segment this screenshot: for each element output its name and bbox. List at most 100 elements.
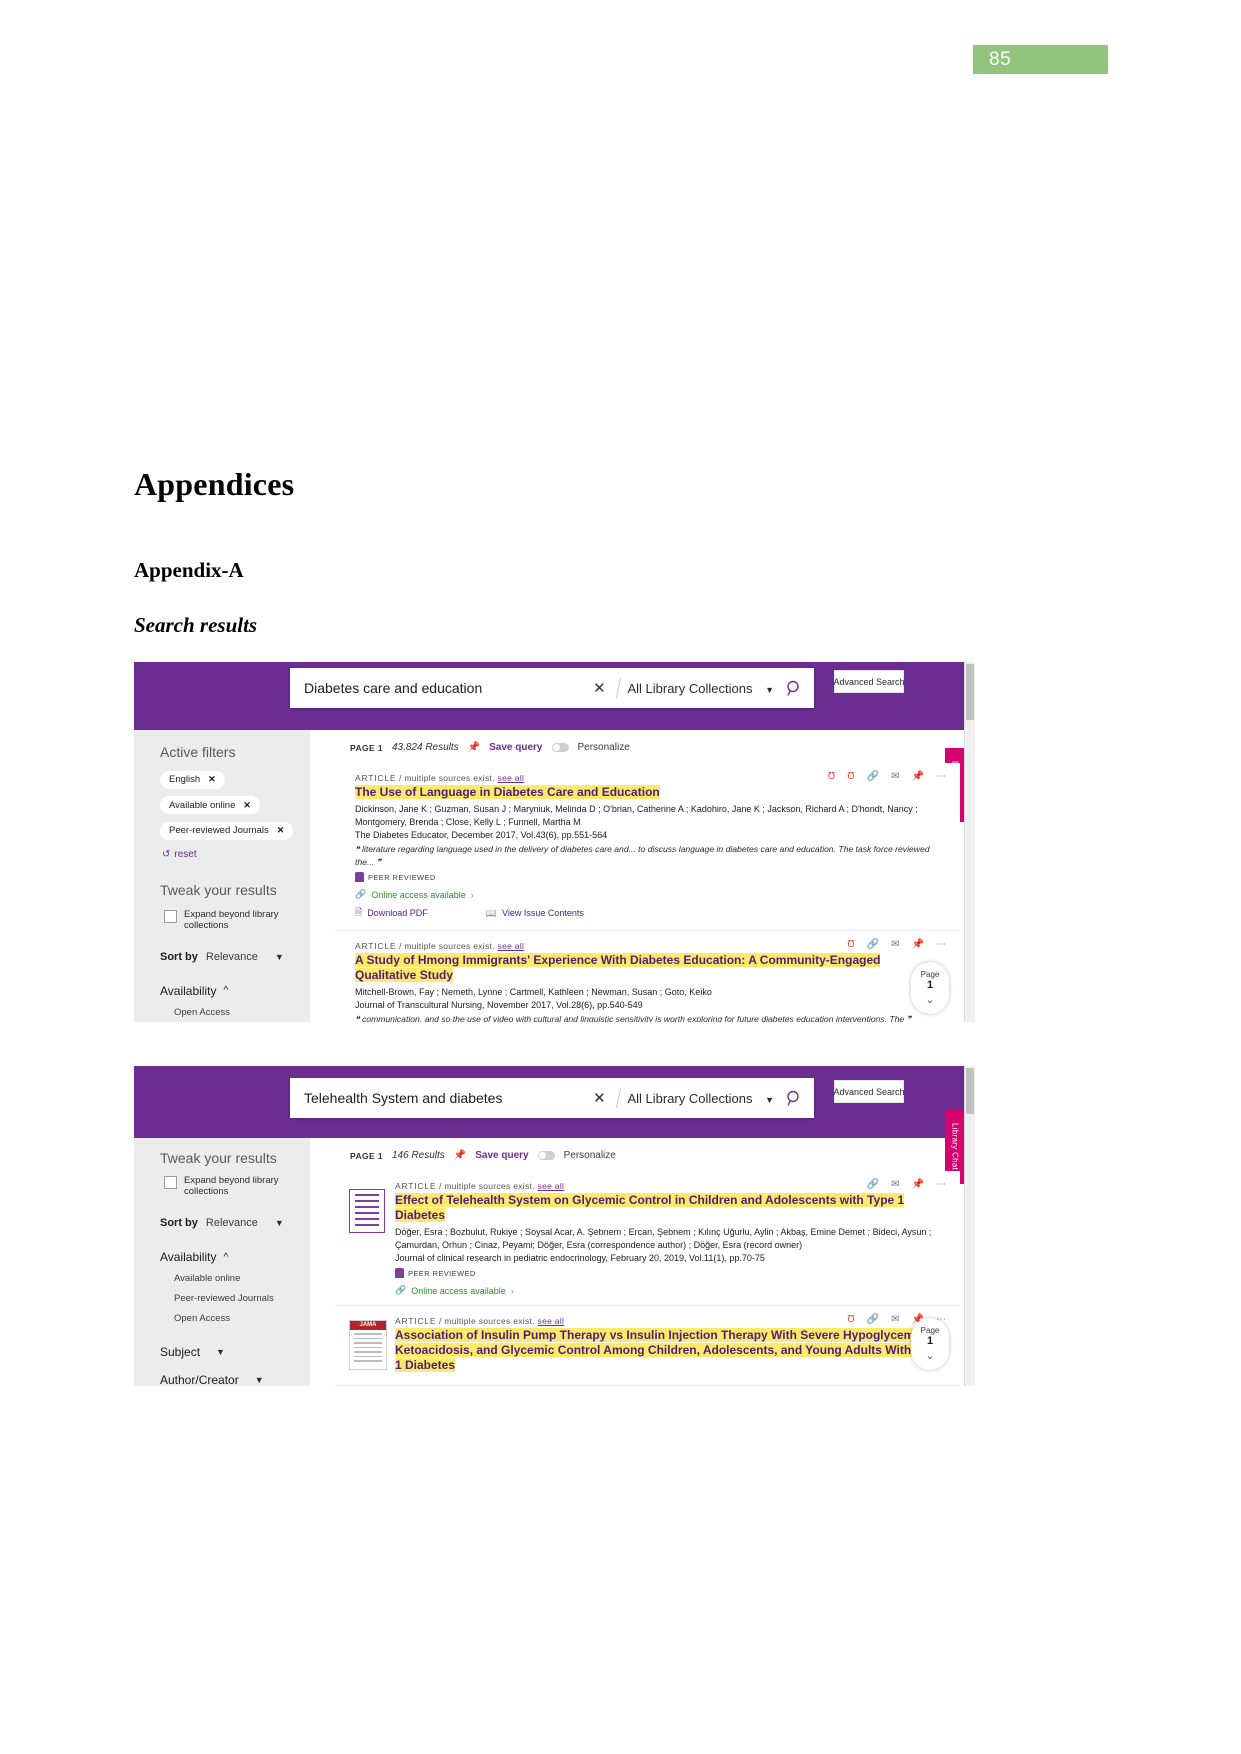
pin-icon[interactable]: 📌 xyxy=(912,939,924,950)
save-query-button-1[interactable]: Save query xyxy=(489,742,542,753)
pin-icon-2[interactable]: 📌 xyxy=(454,1150,466,1161)
availability-option-available-online-2[interactable]: Available online xyxy=(174,1273,310,1284)
chevron-up-icon-2[interactable]: ^ xyxy=(223,1252,228,1263)
expand-beyond-library-checkbox-row-1[interactable]: Expand beyond library collections xyxy=(164,909,294,931)
email-icon[interactable]: ✉ xyxy=(891,1314,899,1325)
vertical-scrollbar-2[interactable] xyxy=(964,1066,975,1386)
result-actions-3: 🔗 ✉ 📌 ⋯ xyxy=(867,1179,946,1190)
author-chevron-down-icon-2[interactable]: ▼ xyxy=(255,1375,264,1385)
sort-by-control-2[interactable]: Sort by Relevance ▼ xyxy=(160,1217,310,1229)
see-all-link[interactable]: see all xyxy=(538,1181,565,1191)
save-query-button-2[interactable]: Save query xyxy=(475,1150,528,1161)
result-card[interactable]: Ʊ Ʊ 🔗 ✉ 📌 ⋯ ARTICLE / multiple sources e… xyxy=(335,763,960,931)
pin-icon-1[interactable]: 📌 xyxy=(468,742,480,753)
result-card[interactable]: 🔗 ✉ 📌 ⋯ ARTICLE / multiple sources exist… xyxy=(335,1171,960,1306)
clear-search-icon-2[interactable]: ✕ xyxy=(588,1089,610,1107)
availability-label-1: Availability xyxy=(160,983,217,998)
result-title[interactable]: The Use of Language in Diabetes Care and… xyxy=(355,785,944,800)
result-title[interactable]: Effect of Telehealth System on Glycemic … xyxy=(395,1193,944,1223)
chevron-up-icon-1[interactable]: ^ xyxy=(223,985,228,996)
expand-beyond-library-label-2: Expand beyond library collections xyxy=(184,1175,279,1197)
scrollbar-thumb-2[interactable] xyxy=(966,1068,974,1114)
citation-trail-icon[interactable]: Ʊ xyxy=(828,771,835,782)
sort-by-control-1[interactable]: Sort by Relevance ▼ xyxy=(160,951,310,963)
search-scope-selector-1[interactable]: All Library Collections ▼ xyxy=(627,681,774,696)
remove-filter-icon[interactable]: ✕ xyxy=(277,825,285,836)
author-facet-header-2[interactable]: Author/Creator ▼ xyxy=(160,1373,310,1386)
availability-option-open-access-1[interactable]: Open Access xyxy=(174,1007,310,1018)
page-title: Appendices xyxy=(134,466,295,502)
result-title[interactable]: A Study of Hmong Immigrants' Experience … xyxy=(355,953,944,983)
more-options-icon[interactable]: ⋯ xyxy=(936,939,946,950)
see-all-link[interactable]: see all xyxy=(498,941,525,951)
clear-search-icon-1[interactable]: ✕ xyxy=(588,679,610,697)
view-issue-contents-link[interactable]: 📖 View Issue Contents xyxy=(486,905,584,921)
result-title-text: A Study of Hmong Immigrants' Experience … xyxy=(355,953,881,982)
remove-filter-icon[interactable]: ✕ xyxy=(243,800,251,811)
download-pdf-link[interactable]: 🗎 Download PDF xyxy=(355,905,428,921)
kicker-rest: / multiple sources exist. xyxy=(399,941,495,951)
sort-chevron-down-icon-2[interactable]: ▼ xyxy=(275,1218,284,1228)
search-box-1[interactable]: Diabetes care and education ✕ All Librar… xyxy=(290,668,814,708)
online-access-row[interactable]: 🔗 Online access available › xyxy=(355,889,944,900)
see-all-link[interactable]: see all xyxy=(498,773,525,783)
cited-by-icon[interactable]: Ʊ xyxy=(847,771,854,782)
active-filter-chip-available-online[interactable]: Available online ✕ xyxy=(160,796,260,814)
vertical-scrollbar-1[interactable] xyxy=(964,662,975,1022)
scrollbar-thumb-1[interactable] xyxy=(966,664,974,720)
subject-facet-header-2[interactable]: Subject ▼ xyxy=(160,1345,310,1359)
online-access-row[interactable]: 🔗 Online access available › xyxy=(395,1285,944,1296)
citation-trail-icon[interactable]: Ʊ xyxy=(847,1314,854,1325)
more-options-icon[interactable]: ⋯ xyxy=(936,771,946,782)
personalize-toggle-2[interactable] xyxy=(537,1151,555,1160)
result-title[interactable]: Association of Insulin Pump Therapy vs I… xyxy=(395,1328,944,1373)
search-submit-icon-2[interactable] xyxy=(774,1090,814,1107)
page-navigator-down-icon-2[interactable]: ⌄ xyxy=(925,1349,934,1362)
active-filter-chip-english[interactable]: English ✕ xyxy=(160,770,225,789)
personalize-toggle-1[interactable] xyxy=(551,743,569,752)
page-navigator-1[interactable]: Page 1 ⌄ xyxy=(911,962,949,1014)
email-icon[interactable]: ✉ xyxy=(891,1179,899,1190)
search-scope-selector-2[interactable]: All Library Collections ▼ xyxy=(627,1091,774,1106)
subject-chevron-down-icon-2[interactable]: ▼ xyxy=(216,1347,225,1357)
permalink-icon[interactable]: 🔗 xyxy=(867,1314,879,1325)
email-icon[interactable]: ✉ xyxy=(891,771,899,782)
result-card[interactable]: JAMA Ʊ 🔗 ✉ 📌 ⋯ ARTICLE / multiple source… xyxy=(335,1306,960,1386)
availability-facet-header-2[interactable]: Availability ^ xyxy=(160,1250,310,1264)
pin-icon[interactable]: 📌 xyxy=(912,1179,924,1190)
permalink-icon[interactable]: 🔗 xyxy=(867,771,879,782)
advanced-search-button-2[interactable]: Advanced Search xyxy=(833,1080,905,1103)
result-card[interactable]: Ʊ 🔗 ✉ 📌 ⋯ ARTICLE / multiple sources exi… xyxy=(335,931,960,1022)
remove-filter-icon[interactable]: ✕ xyxy=(208,774,216,785)
more-options-icon[interactable]: ⋯ xyxy=(936,1179,946,1190)
checkbox-icon-2[interactable] xyxy=(164,1176,177,1189)
search-input-1[interactable]: Diabetes care and education xyxy=(290,680,588,696)
permalink-icon[interactable]: 🔗 xyxy=(867,1179,879,1190)
sort-by-value-2[interactable]: Relevance xyxy=(206,1217,258,1229)
email-icon[interactable]: ✉ xyxy=(891,939,899,950)
advanced-search-button-1[interactable]: Advanced Search xyxy=(833,670,905,693)
page-navigator-2[interactable]: Page 1 ⌄ xyxy=(911,1318,949,1370)
permalink-icon[interactable]: 🔗 xyxy=(867,939,879,950)
citation-trail-icon[interactable]: Ʊ xyxy=(847,939,854,950)
tweak-results-heading-1: Tweak your results xyxy=(160,881,277,898)
availability-option-peer-reviewed-2[interactable]: Peer-reviewed Journals xyxy=(174,1293,310,1304)
active-filter-chip-peer-reviewed[interactable]: Peer-reviewed Journals ✕ xyxy=(160,821,294,840)
availability-facet-header-1[interactable]: Availability ^ xyxy=(160,984,310,998)
reset-filters-button[interactable]: ↺ reset xyxy=(162,849,310,860)
search-submit-icon-1[interactable] xyxy=(774,680,814,697)
sort-by-value-1[interactable]: Relevance xyxy=(206,951,258,963)
page-navigator-down-icon-1[interactable]: ⌄ xyxy=(925,993,934,1006)
sort-chevron-down-icon-1[interactable]: ▼ xyxy=(275,952,284,962)
see-all-link[interactable]: see all xyxy=(538,1316,565,1326)
result-authors: Mitchell-Brown, Fay ; Nemeth, Lynne ; Ca… xyxy=(355,987,712,997)
sort-by-label-1: Sort by xyxy=(160,950,198,963)
search-box-2[interactable]: Telehealth System and diabetes ✕ All Lib… xyxy=(290,1078,814,1118)
expand-beyond-library-checkbox-row-2[interactable]: Expand beyond library collections xyxy=(164,1175,294,1197)
result-source: Journal of Transcultural Nursing, Novemb… xyxy=(355,1000,643,1010)
pin-icon[interactable]: 📌 xyxy=(912,771,924,782)
availability-option-open-access-2[interactable]: Open Access xyxy=(174,1313,310,1324)
chip-label: Available online xyxy=(169,799,236,811)
checkbox-icon-1[interactable] xyxy=(164,909,177,923)
search-input-2[interactable]: Telehealth System and diabetes xyxy=(290,1090,588,1106)
